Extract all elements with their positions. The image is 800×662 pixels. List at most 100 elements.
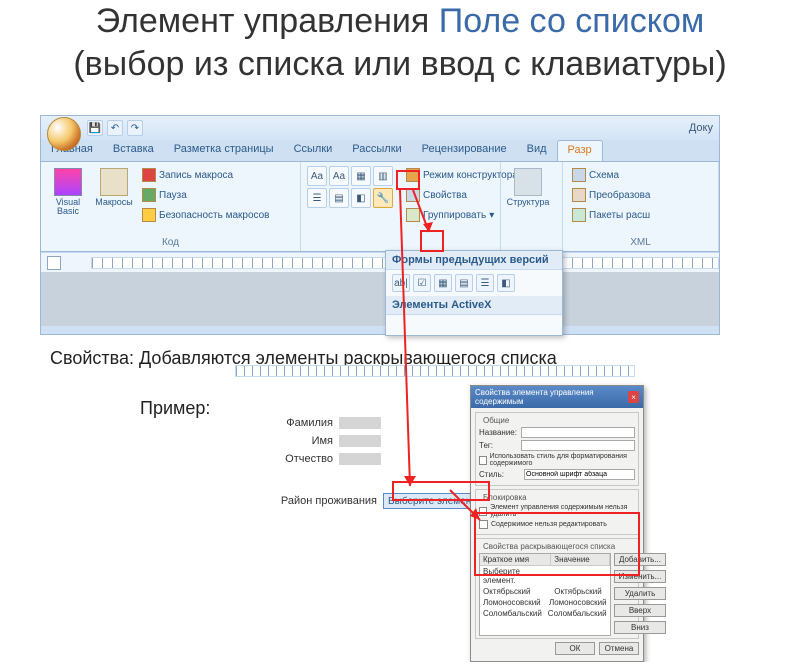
dd-legacy-row: ab| ☑ ▦ ▤ ☰ ◧ — [386, 270, 562, 296]
macro-security-button[interactable]: Безопасность макросов — [139, 206, 273, 224]
style-field[interactable] — [524, 469, 635, 480]
ctrl-legacy-tools[interactable]: 🔧 — [373, 188, 393, 208]
title-pre: Элемент управления — [96, 2, 439, 40]
group-controls: Aa Aa ▦ ▥ ☰ ▤ ◧ 🔧 Режим конструктора Сво… — [301, 162, 501, 251]
delete-button[interactable]: Удалить — [614, 587, 667, 600]
tab-developer[interactable]: Разр — [557, 140, 603, 161]
combo-placeholder: Выберите элемент. — [384, 496, 481, 507]
lock-edit-label: Содержимое нельзя редактировать — [491, 521, 607, 528]
ribbon: Visual Basic Макросы Запись макроса Пауз… — [41, 162, 719, 252]
cancel-button[interactable]: Отмена — [599, 642, 639, 655]
group-controls-label — [307, 247, 494, 249]
dropdown-items-list[interactable]: Краткое имя Значение Выберите элемент. О… — [479, 553, 611, 636]
group-code: Visual Basic Макросы Запись макроса Пауз… — [41, 162, 301, 251]
word-window: 💾 ↶ ↷ Доку Главная Вставка Разметка стра… — [40, 115, 720, 335]
legacy-tools-dropdown: Формы предыдущих версий ab| ☑ ▦ ▤ ☰ ◧ Эл… — [385, 250, 563, 336]
group-xml-label: XML — [569, 236, 712, 249]
legacy-frame-icon[interactable]: ▤ — [455, 274, 473, 292]
packs-button[interactable]: Пакеты расш — [569, 206, 653, 224]
col-shortname: Краткое имя — [480, 554, 551, 565]
input-lastname[interactable] — [339, 417, 381, 429]
dialog-titlebar: Свойства элемента управления содержимым … — [471, 386, 643, 408]
legacy-dropdown-icon[interactable]: ▦ — [434, 274, 452, 292]
doc-title: Доку — [689, 122, 713, 134]
list-item: ЛомоносовскийЛомоносовский — [480, 597, 610, 608]
example-ruler — [235, 365, 635, 377]
name-field[interactable] — [521, 427, 635, 438]
lock-delete-label: Элемент управления содержимым нельзя уда… — [490, 504, 635, 518]
office-button[interactable] — [47, 117, 81, 151]
title-highlight: Поле со списком — [439, 2, 704, 40]
structure-button[interactable]: Структура — [507, 166, 549, 209]
list-item: СоломбальскийСоломбальский — [480, 608, 610, 619]
tab-mailings[interactable]: Рассылки — [342, 140, 411, 161]
lbl-patronymic: Отчество — [275, 453, 333, 465]
qat-save[interactable]: 💾 — [87, 120, 103, 136]
input-patronymic[interactable] — [339, 453, 381, 465]
group-structure: Структура — [501, 162, 563, 251]
close-icon[interactable]: × — [628, 391, 639, 403]
use-style-checkbox[interactable] — [479, 456, 487, 465]
ruler-toggle[interactable] — [47, 256, 61, 270]
ctrl-text[interactable]: Aa — [329, 166, 349, 186]
ctrl-dropdown[interactable]: ☰ — [307, 188, 327, 208]
ctrl-date[interactable]: ▤ — [329, 188, 349, 208]
tab-layout[interactable]: Разметка страницы — [164, 140, 284, 161]
controls-gallery: Aa Aa ▦ ▥ ☰ ▤ ◧ 🔧 — [307, 166, 393, 247]
name-label: Название: — [479, 428, 518, 437]
ribbon-tabs: Главная Вставка Разметка страницы Ссылки… — [41, 140, 719, 162]
tab-review[interactable]: Рецензирование — [412, 140, 517, 161]
legacy-textfield-icon[interactable]: ab| — [392, 274, 410, 292]
section-general: Общие Название: Тег: Использовать стиль … — [475, 412, 639, 486]
visual-basic-button[interactable]: Visual Basic — [47, 166, 89, 236]
tab-insert[interactable]: Вставка — [103, 140, 164, 161]
content-control-properties-dialog: Свойства элемента управления содержимым … — [470, 385, 644, 662]
group-code-label: Код — [47, 236, 294, 249]
list-item: ОктябрьскийОктябрьский — [480, 586, 610, 597]
legacy-shade-icon[interactable]: ☰ — [476, 274, 494, 292]
slide-title: Элемент управления Поле со списком (выбо… — [0, 0, 800, 93]
section-ddprops-title: Свойства раскрывающегося списка — [481, 542, 617, 551]
lock-edit-checkbox[interactable] — [479, 520, 488, 529]
titlebar: 💾 ↶ ↷ Доку — [41, 116, 719, 140]
section-locking: Блокировка Элемент управления содержимым… — [475, 489, 639, 535]
ok-button[interactable]: ОК — [555, 642, 595, 655]
add-button[interactable]: Добавить... — [614, 553, 667, 566]
group-xml: Схема Преобразова Пакеты расш XML — [563, 162, 719, 251]
ctrl-picture[interactable]: ▦ — [351, 166, 371, 186]
edit-button[interactable]: Изменить... — [614, 570, 667, 583]
transform-button[interactable]: Преобразова — [569, 186, 653, 204]
quick-access-toolbar: 💾 ↶ ↷ — [87, 120, 143, 136]
dd-activex-row — [386, 315, 562, 335]
lbl-firstname: Имя — [275, 435, 333, 447]
section-locking-title: Блокировка — [481, 493, 529, 502]
ctrl-richtext[interactable]: Aa — [307, 166, 327, 186]
section-dropdown-props: Свойства раскрывающегося списка Краткое … — [475, 538, 639, 639]
qat-undo[interactable]: ↶ — [107, 120, 123, 136]
tab-references[interactable]: Ссылки — [284, 140, 343, 161]
list-item: Выберите элемент. — [480, 566, 610, 586]
col-value: Значение — [551, 554, 609, 565]
macros-button[interactable]: Макросы — [93, 166, 135, 236]
tag-field[interactable] — [521, 440, 635, 451]
down-button[interactable]: Вниз — [614, 621, 667, 634]
use-style-label: Использовать стиль для форматирования со… — [490, 453, 635, 467]
input-firstname[interactable] — [339, 435, 381, 447]
legacy-checkbox-icon[interactable]: ☑ — [413, 274, 431, 292]
pause-button[interactable]: Пауза — [139, 186, 273, 204]
tab-view[interactable]: Вид — [517, 140, 557, 161]
legacy-reset-icon[interactable]: ◧ — [497, 274, 515, 292]
record-macro-button[interactable]: Запись макроса — [139, 166, 273, 184]
dialog-title: Свойства элемента управления содержимым — [475, 388, 628, 406]
example-label: Пример: — [140, 398, 210, 419]
title-post: (выбор из списка или ввод с клавиатуры) — [73, 45, 726, 83]
schema-button[interactable]: Схема — [569, 166, 653, 184]
ctrl-combobox[interactable]: ▥ — [373, 166, 393, 186]
section-general-title: Общие — [481, 416, 511, 425]
ctrl-block[interactable]: ◧ — [351, 188, 371, 208]
dd-header-legacy: Формы предыдущих версий — [386, 251, 562, 270]
up-button[interactable]: Вверх — [614, 604, 667, 617]
qat-redo[interactable]: ↷ — [127, 120, 143, 136]
lock-delete-checkbox[interactable] — [479, 507, 487, 516]
style-label: Стиль: — [479, 470, 521, 479]
